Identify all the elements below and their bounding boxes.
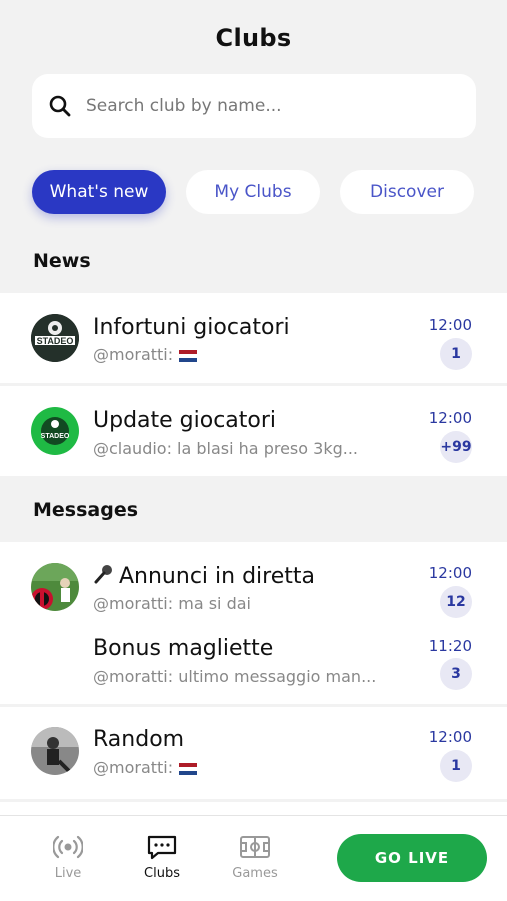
- svg-text:STADEO: STADEO: [37, 336, 74, 346]
- club-avatar: STADEO: [31, 314, 79, 362]
- item-time: 12:00: [428, 316, 472, 334]
- item-subtitle: @moratti: ma si dai: [93, 594, 251, 613]
- nav-clubs[interactable]: Clubs: [132, 834, 192, 881]
- field-icon: [240, 836, 270, 858]
- unread-badge: 1: [440, 750, 472, 782]
- nav-label: Live: [54, 866, 82, 881]
- chat-icon: [147, 835, 177, 860]
- item-title[interactable]: Annunci in diretta: [93, 563, 315, 589]
- netherlands-flag-icon: [179, 762, 198, 775]
- club-avatar: [31, 727, 79, 775]
- nav-games[interactable]: Games: [225, 834, 285, 881]
- message-item[interactable]: Random @moratti: 12:00 1: [0, 707, 507, 799]
- item-title: Infortuni giocatori: [93, 315, 290, 340]
- list-continuation: [0, 802, 507, 815]
- search-bar[interactable]: [32, 74, 476, 138]
- tab-whats-new[interactable]: What's new: [32, 170, 166, 214]
- club-avatar: [31, 563, 79, 611]
- go-live-button[interactable]: GO LIVE: [337, 834, 487, 882]
- nav-live[interactable]: Live: [38, 834, 98, 881]
- item-title: Random: [93, 727, 185, 752]
- bottom-nav: Live Clubs Games GO LIVE: [0, 815, 507, 901]
- nav-label: Games: [232, 866, 278, 881]
- item-title[interactable]: Bonus magliette: [93, 636, 273, 661]
- section-title-news: News: [33, 250, 91, 272]
- microphone-icon: [93, 563, 115, 585]
- item-subtitle: @moratti:: [93, 758, 198, 777]
- item-time: 11:20: [428, 637, 472, 655]
- item-title: Update giocatori: [93, 408, 277, 433]
- search-icon: [49, 95, 71, 117]
- unread-badge: 3: [440, 658, 472, 690]
- news-item[interactable]: STADEO Infortuni giocatori @moratti: 12:…: [0, 293, 507, 383]
- item-time: 12:00: [428, 564, 472, 582]
- nav-label: Clubs: [144, 866, 180, 881]
- tab-my-clubs[interactable]: My Clubs: [186, 170, 320, 214]
- item-time: 12:00: [428, 728, 472, 746]
- section-title-messages: Messages: [33, 499, 139, 521]
- netherlands-flag-icon: [179, 349, 198, 362]
- item-subtitle: @moratti:: [93, 345, 198, 364]
- news-item[interactable]: STADEO Update giocatori @claudio: la bla…: [0, 386, 507, 476]
- broadcast-icon: [53, 835, 83, 859]
- unread-badge: +99: [440, 431, 472, 463]
- unread-badge: 1: [440, 338, 472, 370]
- message-group: Annunci in diretta @moratti: ma si dai 1…: [0, 542, 507, 704]
- search-input[interactable]: [84, 95, 458, 117]
- page-title: Clubs: [215, 24, 292, 52]
- unread-badge: 12: [440, 586, 472, 618]
- item-subtitle: @claudio: la blasi ha preso 3kg...: [93, 439, 358, 458]
- svg-text:STADEO: STADEO: [41, 433, 70, 440]
- item-subtitle: @moratti: ultimo messaggio man...: [93, 667, 377, 686]
- club-avatar: STADEO: [31, 407, 79, 455]
- tab-discover[interactable]: Discover: [340, 170, 474, 214]
- item-time: 12:00: [428, 409, 472, 427]
